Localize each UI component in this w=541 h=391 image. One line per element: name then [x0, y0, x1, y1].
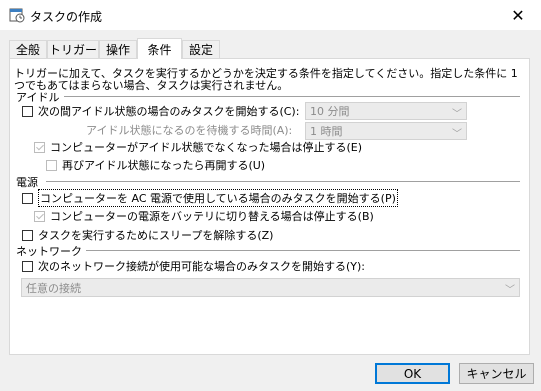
- idle-separator: [64, 96, 520, 97]
- network-label: 次のネットワーク接続が使用可能な場合のみタスクを開始する(Y):: [38, 260, 366, 273]
- cancel-button[interactable]: キャンセル: [459, 363, 534, 384]
- chevron-down-icon: ﹀: [505, 285, 515, 296]
- idle-start-checkbox[interactable]: [22, 105, 33, 117]
- network-row[interactable]: 次のネットワーク接続が使用可能な場合のみタスクを開始する(Y):: [22, 258, 365, 274]
- chevron-down-icon: ﹀: [452, 109, 462, 120]
- power-battery-row[interactable]: コンピューターの電源をバッテリに切り替える場合は停止する(B): [34, 208, 374, 224]
- idle-wait-select[interactable]: 1 時間 ﹀: [305, 122, 467, 140]
- idle-stop-label: コンピューターがアイドル状態でなくなった場合は停止する(E): [50, 141, 362, 154]
- idle-restart-checkbox[interactable]: [46, 159, 57, 171]
- idle-start-row[interactable]: 次の間アイドル状態の場合のみタスクを開始する(C):: [22, 103, 299, 119]
- window-title: タスクの作成: [30, 10, 103, 24]
- title-bar: タスクの作成 ✕: [0, 0, 541, 30]
- idle-restart-row[interactable]: 再びアイドル状態になったら再開する(U): [46, 157, 265, 173]
- idle-wait-row: アイドル状態になるのを待機する時間(A):: [86, 122, 292, 138]
- idle-duration-value: 10 分間: [310, 105, 350, 118]
- network-checkbox[interactable]: [22, 260, 33, 272]
- network-separator: [86, 250, 520, 251]
- tab-settings[interactable]: 設定: [182, 40, 220, 58]
- network-connection-value: 任意の接続: [26, 281, 81, 295]
- power-ac-row[interactable]: コンピューターを AC 電源で使用している場合のみタスクを開始する(P): [22, 189, 398, 207]
- power-section-title: 電源: [16, 176, 38, 189]
- power-wake-label: タスクを実行するためにスリープを解除する(Z): [38, 229, 274, 242]
- network-connection-select[interactable]: 任意の接続 ﹀: [21, 278, 520, 297]
- chevron-down-icon: ﹀: [452, 129, 462, 140]
- tab-general[interactable]: 全般: [9, 40, 47, 58]
- description-text: トリガーに加えて、タスクを実行するかどうかを決定する条件を指定してください。指定…: [14, 67, 518, 92]
- idle-stop-checkbox[interactable]: [34, 141, 45, 153]
- task-scheduler-icon: [9, 8, 25, 23]
- idle-wait-value: 1 時間: [310, 125, 343, 138]
- network-section-title: ネットワーク: [16, 245, 82, 258]
- power-ac-checkbox[interactable]: [22, 192, 33, 204]
- tab-triggers[interactable]: トリガー: [47, 40, 99, 58]
- close-button[interactable]: ✕: [495, 0, 541, 30]
- power-wake-row[interactable]: タスクを実行するためにスリープを解除する(Z): [22, 227, 273, 243]
- idle-duration-select[interactable]: 10 分間 ﹀: [305, 102, 467, 120]
- tab-conditions[interactable]: 条件: [137, 38, 182, 59]
- power-separator: [46, 181, 520, 182]
- idle-stop-row[interactable]: コンピューターがアイドル状態でなくなった場合は停止する(E): [34, 139, 362, 155]
- close-icon: ✕: [511, 5, 525, 25]
- idle-restart-label: 再びアイドル状態になったら再開する(U): [62, 159, 266, 172]
- power-battery-label: コンピューターの電源をバッテリに切り替える場合は停止する(B): [50, 210, 374, 223]
- idle-wait-label: アイドル状態になるのを待機する時間(A):: [86, 124, 293, 137]
- power-wake-checkbox[interactable]: [22, 229, 33, 241]
- ok-button[interactable]: OK: [375, 363, 450, 384]
- idle-start-label: 次の間アイドル状態の場合のみタスクを開始する(C):: [38, 105, 300, 118]
- power-ac-label: コンピューターを AC 電源で使用している場合のみタスクを開始する(P): [38, 189, 398, 207]
- tab-actions[interactable]: 操作: [99, 40, 137, 58]
- power-battery-checkbox[interactable]: [34, 210, 45, 222]
